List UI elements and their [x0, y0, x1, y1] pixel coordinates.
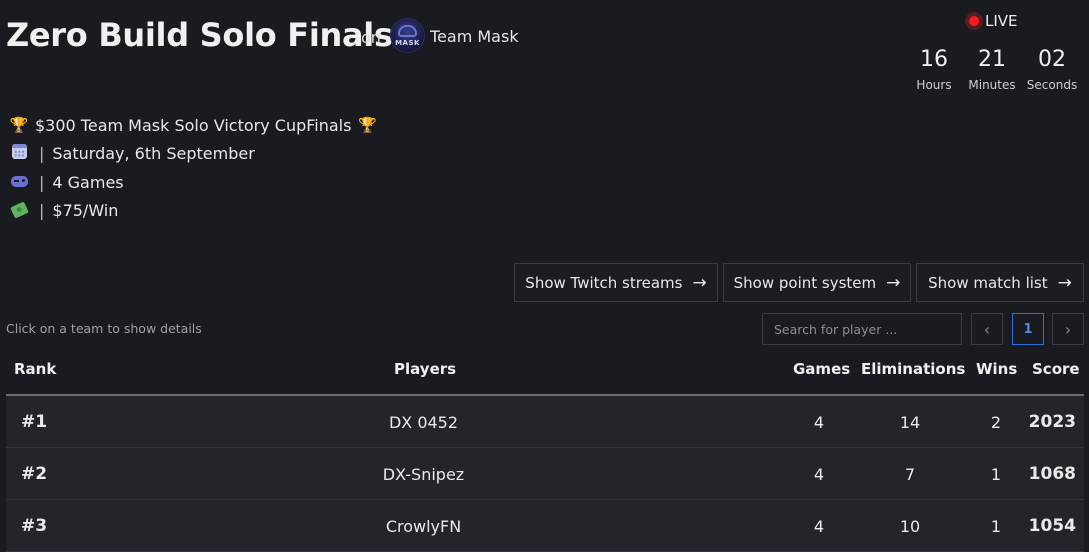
column-header-games[interactable]: Games: [793, 360, 850, 378]
info-row-games: | 4 Games: [9, 168, 377, 197]
previous-page-button[interactable]: ‹: [971, 313, 1003, 345]
calendar-icon: [9, 144, 29, 163]
column-header-wins[interactable]: Wins: [976, 360, 1017, 378]
live-indicator: LIVE: [963, 12, 1018, 30]
countdown: 16 Hours 21 Minutes 02 Seconds: [906, 46, 1082, 92]
info-separator: |: [39, 172, 45, 192]
countdown-label: Hours: [916, 78, 952, 92]
wins-cell: 1: [990, 516, 1002, 536]
arrow-right-icon: →: [1057, 272, 1072, 293]
organizer-logo-text: MASK: [395, 39, 420, 47]
wins-cell: 2: [990, 412, 1002, 432]
info-date-text: Saturday, 6th September: [52, 144, 255, 164]
rank-cell: #2: [21, 464, 48, 484]
on-label: on: [361, 28, 381, 47]
score-cell: 1054: [1028, 516, 1076, 536]
countdown-value: 02: [1038, 47, 1066, 72]
table-row[interactable]: #3 CrowlyFN 4 10 1 1054: [6, 500, 1084, 552]
rank-cell: #1: [21, 412, 48, 432]
button-label: Show match list: [928, 273, 1048, 292]
show-twitch-streams-button[interactable]: Show Twitch streams →: [514, 263, 718, 302]
show-match-list-button[interactable]: Show match list →: [916, 263, 1084, 302]
trophy-icon: 🏆: [358, 116, 377, 135]
player-cell: DX-Snipez: [382, 464, 465, 484]
player-cell: CrowlyFN: [385, 516, 462, 536]
countdown-label: Seconds: [1026, 78, 1078, 92]
player-cell: DX 0452: [388, 412, 459, 432]
button-label: Show Twitch streams: [525, 273, 683, 292]
info-row-prize: 🏆 $300 Team Mask Solo Victory CupFinals …: [9, 111, 377, 140]
countdown-minutes: 21 Minutes: [962, 46, 1022, 92]
info-row-date: | Saturday, 6th September: [9, 140, 377, 169]
chevron-left-icon: ‹: [983, 319, 991, 339]
info-separator: |: [39, 201, 45, 221]
rank-cell: #3: [21, 516, 48, 536]
table-row[interactable]: #1 DX 0452 4 14 2 2023: [6, 396, 1084, 448]
eliminations-cell: 10: [899, 516, 921, 536]
next-page-button[interactable]: ›: [1052, 313, 1084, 345]
score-cell: 1068: [1028, 464, 1076, 484]
countdown-seconds: 02 Seconds: [1022, 46, 1082, 92]
games-cell: 4: [813, 412, 825, 432]
arrow-right-icon: →: [886, 272, 901, 293]
organizer-logo[interactable]: MASK: [391, 19, 424, 52]
eliminations-cell: 7: [904, 464, 916, 484]
organizer-name[interactable]: Team Mask: [430, 27, 519, 46]
countdown-label: Minutes: [968, 78, 1016, 92]
arrow-right-icon: →: [692, 272, 707, 293]
chevron-right-icon: ›: [1064, 319, 1072, 339]
column-header-rank[interactable]: Rank: [14, 360, 56, 378]
player-search-input[interactable]: [762, 313, 962, 345]
trophy-icon: 🏆: [9, 116, 29, 135]
page-title: Zero Build Solo Finals: [6, 16, 393, 54]
page-1-button[interactable]: 1: [1012, 313, 1044, 345]
mask-icon: [398, 25, 417, 37]
score-cell: 2023: [1028, 412, 1076, 432]
info-games-text: 4 Games: [52, 172, 124, 192]
button-label: Show point system: [733, 273, 877, 292]
table-row[interactable]: #2 DX-Snipez 4 7 1 1068: [6, 448, 1084, 500]
event-info: 🏆 $300 Team Mask Solo Victory CupFinals …: [9, 111, 377, 225]
column-header-eliminations[interactable]: Eliminations: [861, 360, 965, 378]
info-payout-text: $75/Win: [52, 201, 119, 221]
countdown-value: 21: [978, 47, 1006, 72]
show-point-system-button[interactable]: Show point system →: [723, 263, 911, 302]
table-hint: Click on a team to show details: [6, 321, 202, 336]
column-header-score[interactable]: Score: [1032, 360, 1080, 378]
info-separator: |: [39, 144, 45, 164]
column-header-players[interactable]: Players: [394, 360, 456, 378]
gamepad-icon: [9, 173, 29, 191]
countdown-hours: 16 Hours: [906, 46, 962, 92]
eliminations-cell: 14: [899, 412, 921, 432]
info-row-payout: | $75/Win: [9, 197, 377, 226]
info-prize-text: $300 Team Mask Solo Victory CupFinals: [35, 115, 352, 135]
wins-cell: 1: [990, 464, 1002, 484]
money-icon: [9, 201, 29, 220]
live-label: LIVE: [985, 12, 1018, 30]
countdown-value: 16: [920, 47, 948, 72]
live-dot-icon: [969, 16, 979, 26]
games-cell: 4: [813, 464, 825, 484]
games-cell: 4: [813, 516, 825, 536]
